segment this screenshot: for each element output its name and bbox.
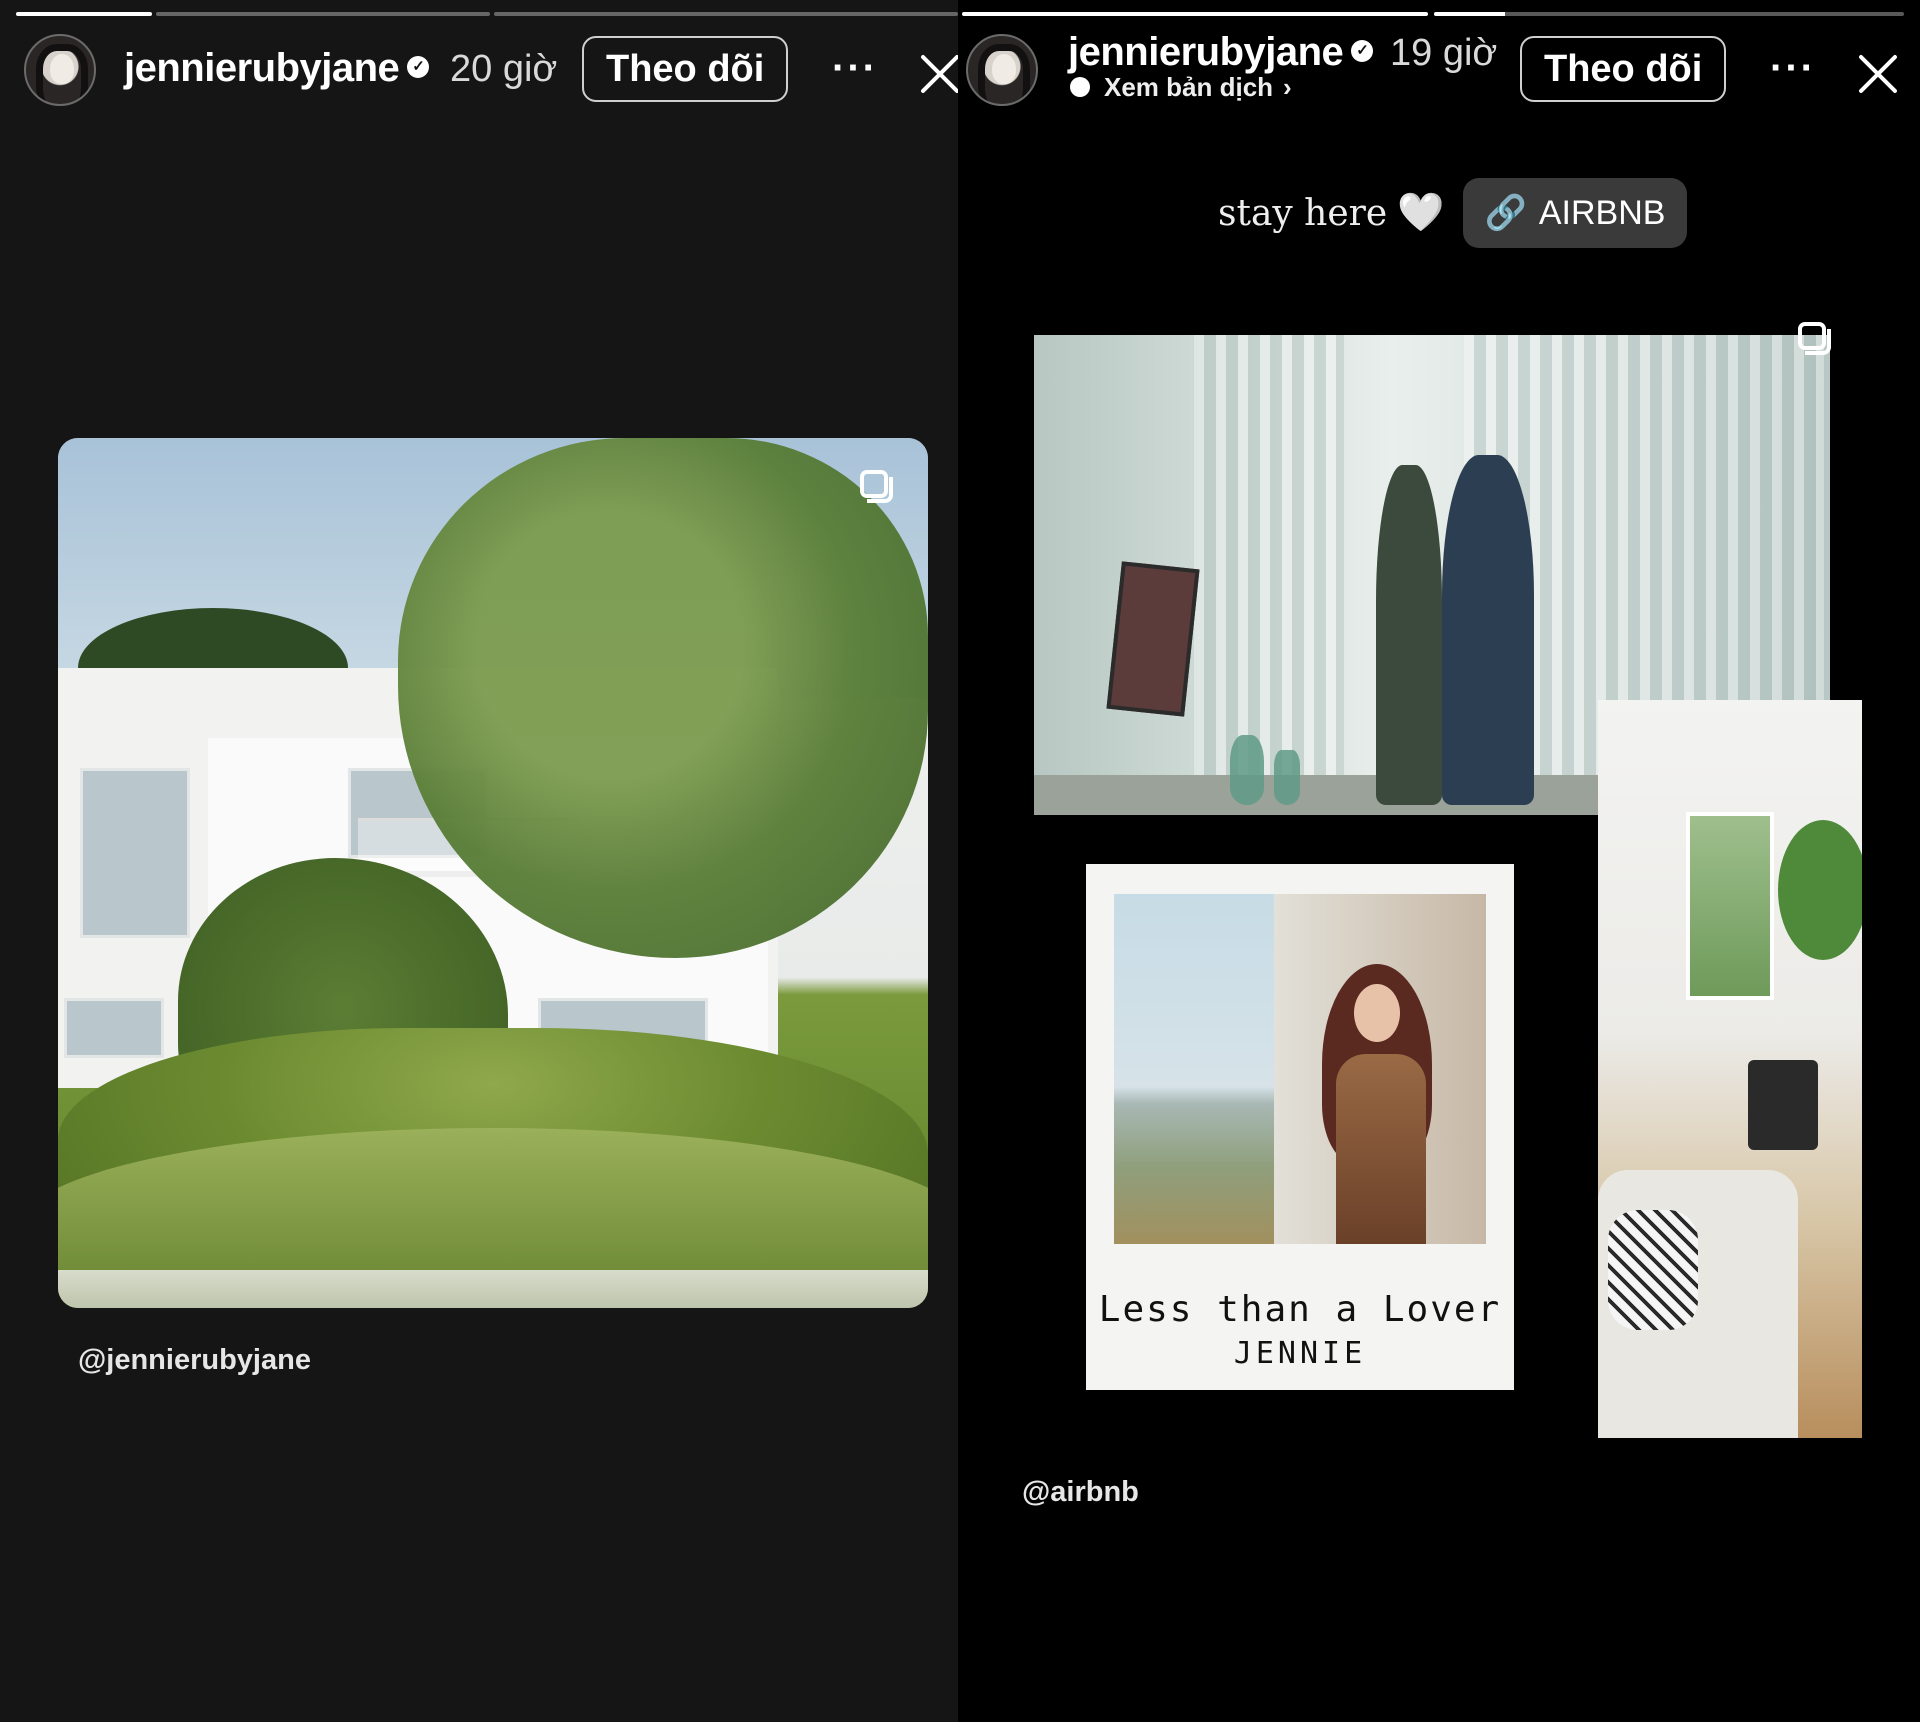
glass-bottle [1230,735,1264,805]
multi-media-icon [1798,322,1831,355]
woman-face [1354,984,1400,1042]
polaroid-image [1114,894,1486,1244]
post-image-interior[interactable] [1598,700,1862,1438]
progress-bar-segment-1 [16,12,152,16]
username-text: jennierubyjane [124,46,400,90]
username-text: jennierubyjane [1068,30,1344,74]
username[interactable]: jennierubyjane ✓ [1068,30,1374,75]
figure-man [1442,455,1534,805]
polaroid-card[interactable]: Less than a Lover JENNIE [1086,864,1514,1390]
mention-tag[interactable]: @airbnb [1022,1476,1139,1509]
progress-bar-segment-1 [962,12,1428,16]
pillow [1608,1210,1698,1330]
easel-frame [1106,561,1200,717]
story-caption: stay here 🤍 🔗 AIRBNB [1218,178,1688,248]
follow-button[interactable]: Theo dõi [1520,36,1727,102]
polaroid-artist: JENNIE [1233,1336,1367,1371]
more-options-icon[interactable]: ··· [1770,46,1816,91]
translation-bubble-icon [1070,77,1090,98]
figure-woman [1376,465,1442,805]
follow-button[interactable]: Theo dõi [582,36,789,102]
polaroid-title: Less than a Lover [1098,1289,1502,1330]
heart-icon: 🤍 [1397,192,1445,234]
plant [1778,820,1862,960]
post-image[interactable] [58,438,928,1308]
woman-dress [1336,1054,1426,1244]
avatar[interactable] [24,34,96,106]
mention-tag[interactable]: @jennierubyjane [78,1344,311,1377]
link-sticker[interactable]: 🔗 AIRBNB [1462,178,1688,248]
link-icon: 🔗 [1484,194,1527,232]
caption-text: stay here [1218,192,1388,234]
multi-media-icon [860,470,893,503]
verified-badge-icon: ✓ [1351,40,1374,63]
see-translation-link[interactable]: Xem bản dịch › [1070,72,1292,103]
link-sticker-label: AIRBNB [1538,193,1666,232]
garden-wall [58,1270,928,1308]
see-translation-label: Xem bản dịch [1104,72,1274,102]
progress-bar-segment-2 [156,12,490,16]
username[interactable]: jennierubyjane ✓ [124,46,430,91]
chevron-right-icon: › [1283,72,1292,102]
progress-bar-segment-3 [494,12,958,16]
post-time: 19 giờ [1390,32,1498,74]
close-icon[interactable] [1856,52,1900,96]
window [1686,812,1774,1000]
chair [1748,1060,1818,1150]
glass-bottle [1274,750,1300,805]
curtain [1194,335,1344,815]
window [80,768,190,938]
more-options-icon[interactable]: ··· [832,46,878,91]
window [64,998,164,1058]
avatar[interactable] [966,34,1038,106]
story-panel-left[interactable]: jennierubyjane ✓ 20 giờ Theo dõi ··· @jen… [0,0,958,1722]
story-header: jennierubyjane ✓ 20 giờ Theo dõi ··· [0,30,958,110]
verified-badge-icon: ✓ [407,56,430,79]
story-panel-right[interactable]: jennierubyjane ✓ 19 giờ Theo dõi ··· Xem … [962,0,1920,1722]
post-time: 20 giờ [450,48,558,90]
close-icon[interactable] [918,52,958,96]
progress-bar-segment-2 [1434,12,1904,16]
